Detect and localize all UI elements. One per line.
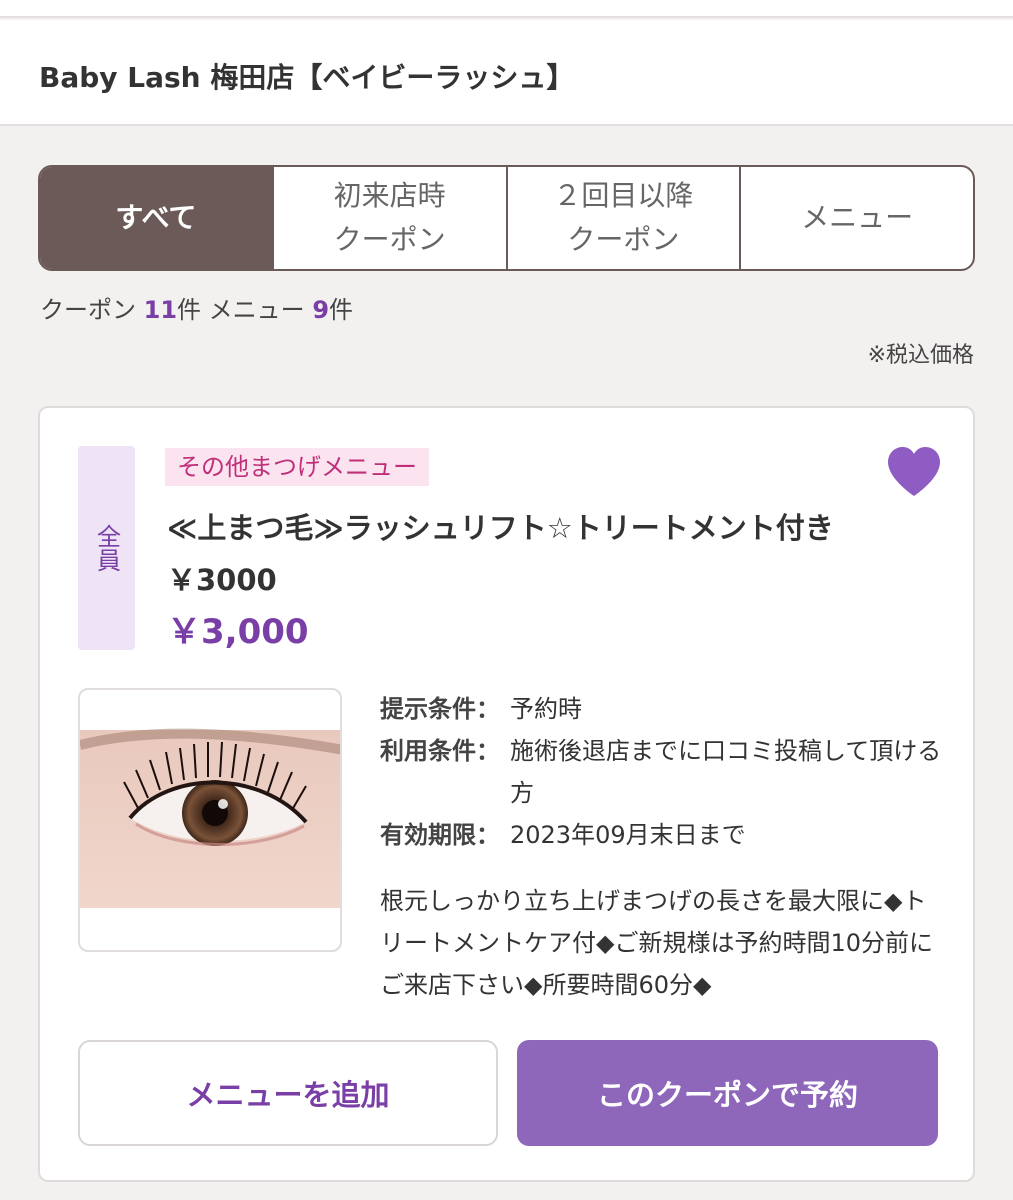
tab-menu[interactable]: メニュー — [739, 167, 973, 269]
coupon-title[interactable]: ≪上まつ毛≫ラッシュリフト☆トリートメント付き ￥3000 — [167, 502, 867, 606]
tax-note: ※税込価格 — [867, 343, 974, 368]
menu-count: 9 — [312, 296, 330, 324]
heart-icon[interactable] — [886, 446, 942, 498]
tab-first-visit-coupon[interactable]: 初来店時 クーポン — [271, 167, 506, 269]
coupon-image — [78, 688, 342, 952]
condition-value: 2023年09月末日まで — [510, 821, 746, 849]
condition-value: 予約時 — [510, 695, 582, 723]
reserve-with-coupon-button[interactable]: このクーポンで予約 — [517, 1040, 938, 1146]
coupon-count: 11 — [143, 296, 178, 324]
condition-row: 提示条件： 予約時 — [380, 688, 950, 730]
condition-row: 利用条件： 施術後退店までに口コミ投稿して頂ける方 — [380, 730, 950, 814]
condition-label: 利用条件： — [380, 737, 500, 765]
coupon-card: 全員 その他まつげメニュー ≪上まつ毛≫ラッシュリフト☆トリートメント付き ￥3… — [38, 406, 975, 1182]
shop-name: Baby Lash 梅田店【ベイビーラッシュ】 — [39, 61, 575, 94]
menu-count-unit: 件 — [329, 296, 354, 324]
tab-repeat-coupon[interactable]: ２回目以降 クーポン — [505, 167, 740, 269]
coupon-count-unit: 件 メニュー — [177, 296, 313, 324]
condition-label: 有効期限： — [380, 821, 500, 849]
condition-row: 有効期限： 2023年09月末日まで — [380, 814, 950, 856]
target-badge: 全員 — [78, 446, 135, 650]
category-tag: その他まつげメニュー — [165, 448, 429, 486]
condition-value: 施術後退店までに口コミ投稿して頂ける方 — [510, 737, 942, 807]
top-strip — [0, 0, 1013, 18]
result-counts: クーポン 11件 メニュー 9件 — [40, 290, 353, 325]
tab-all[interactable]: すべて — [40, 167, 272, 269]
condition-label: 提示条件： — [380, 695, 500, 723]
coupon-price: ￥3,000 — [167, 612, 309, 652]
coupon-description: 根元しっかり立ち上げまつげの長さを最大限に◆トリートメントケア付◆ご新規様は予約… — [380, 887, 933, 999]
coupon-conditions: 提示条件： 予約時 利用条件： 施術後退店までに口コミ投稿して頂ける方 有効期限… — [380, 688, 950, 856]
shop-header: Baby Lash 梅田店【ベイビーラッシュ】 — [0, 20, 1013, 126]
eye-lash-photo — [80, 728, 340, 908]
coupon-count-label: クーポン — [40, 296, 144, 324]
add-menu-button[interactable]: メニューを追加 — [78, 1040, 498, 1146]
coupon-tabs: すべて 初来店時 クーポン ２回目以降 クーポン メニュー — [38, 165, 975, 271]
